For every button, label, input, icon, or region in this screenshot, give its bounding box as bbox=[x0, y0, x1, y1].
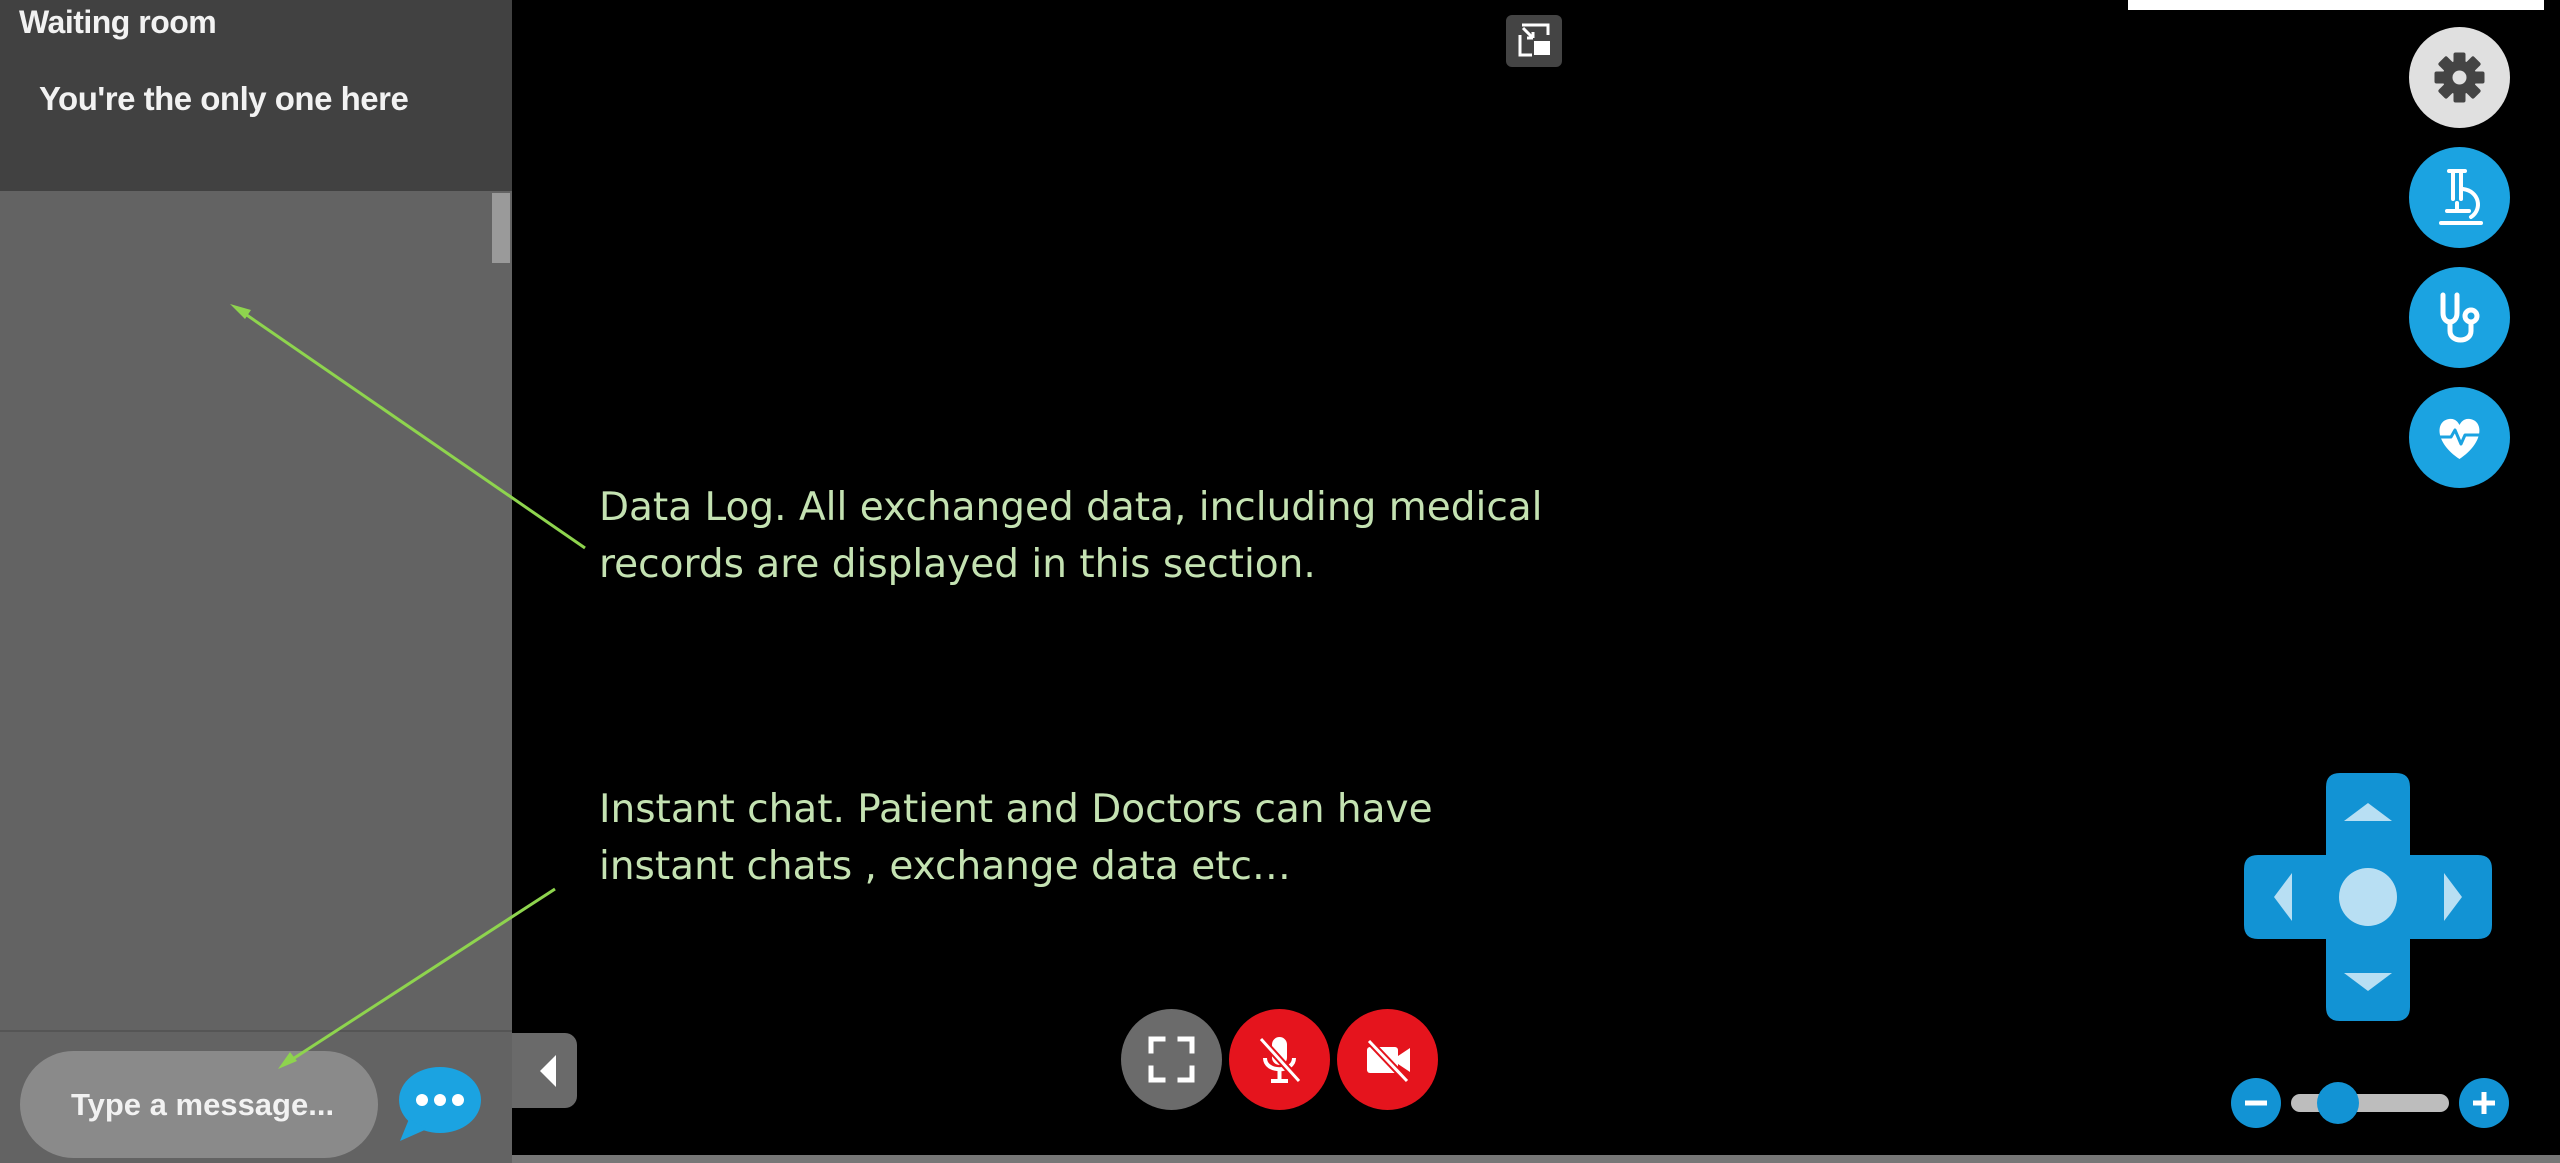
mic-off-icon bbox=[1258, 1036, 1302, 1084]
zoom-in-button[interactable] bbox=[2459, 1078, 2509, 1128]
heart-pulse-icon bbox=[2439, 418, 2481, 459]
bottom-window-edge bbox=[512, 1155, 2560, 1163]
fullscreen-button[interactable] bbox=[1121, 1009, 1222, 1110]
stethoscope-icon bbox=[2440, 292, 2480, 343]
center-camera-button[interactable] bbox=[2339, 868, 2397, 926]
data-log-arrow bbox=[230, 304, 586, 550]
annotation-arrows bbox=[230, 304, 586, 1069]
settings-button[interactable] bbox=[2409, 27, 2510, 128]
mute-microphone-button[interactable] bbox=[1229, 1009, 1330, 1110]
microscope-button[interactable] bbox=[2409, 147, 2510, 248]
fullscreen-icon bbox=[1148, 1036, 1195, 1083]
camera-direction-pad bbox=[2244, 773, 2492, 1021]
zoom-slider-track[interactable] bbox=[2291, 1094, 2449, 1112]
gear-icon bbox=[2434, 52, 2485, 103]
minus-icon bbox=[2245, 1100, 2267, 1106]
microscope-icon bbox=[2439, 169, 2483, 225]
camera-off-icon bbox=[1366, 1038, 1410, 1084]
zoom-out-button[interactable] bbox=[2231, 1078, 2281, 1128]
instant-chat-arrow bbox=[278, 887, 556, 1069]
vitals-button[interactable] bbox=[2409, 387, 2510, 488]
camera-off-button[interactable] bbox=[1337, 1009, 1438, 1110]
plus-icon bbox=[2473, 1092, 2495, 1114]
stethoscope-button[interactable] bbox=[2409, 267, 2510, 368]
